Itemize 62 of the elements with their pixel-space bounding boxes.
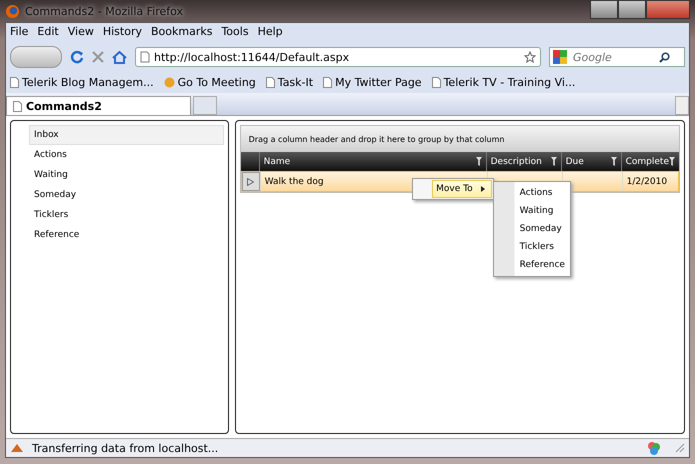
folder-item[interactable]: Reference [29, 225, 224, 245]
reload-icon[interactable] [70, 50, 84, 64]
menu-item[interactable]: Edit [37, 25, 59, 41]
filter-icon[interactable] [550, 157, 557, 166]
table-cell: Walk the dog [264, 176, 324, 186]
group-hint: Drag a column header and drop it here to group by that column [240, 126, 679, 152]
search-icon[interactable] [659, 52, 670, 62]
search-input[interactable]: Google [571, 50, 655, 64]
page-icon [266, 76, 275, 88]
column-header[interactable]: Name [264, 156, 290, 166]
page-icon [432, 76, 441, 88]
page-icon [323, 76, 332, 88]
close-button[interactable] [646, 0, 690, 19]
maximize-button[interactable] [618, 0, 646, 19]
menu-item[interactable]: Bookmarks [150, 25, 212, 41]
menu-item[interactable]: View [68, 25, 94, 41]
filter-icon[interactable] [476, 157, 482, 166]
window-title: Commands2 - Mozilla Firefox [25, 4, 184, 18]
folder-item[interactable]: Inbox [29, 125, 224, 145]
addon-icon [647, 441, 661, 455]
url-text: http://localhost:11644/Default.aspx [154, 50, 350, 64]
table-cell: 1/2/2010 [626, 176, 668, 186]
menu-item[interactable]: History [102, 25, 142, 41]
menu-item[interactable]: File [10, 25, 28, 41]
address-field[interactable]: http://localhost:11644/Default.aspx [135, 47, 541, 67]
bookmark-link[interactable]: Telerik TV - Training Vi... [432, 76, 576, 88]
submenu-item[interactable]: Actions [494, 184, 570, 202]
column-header[interactable]: Due [566, 156, 584, 166]
submenu-arrow-icon [480, 186, 485, 192]
menu-item[interactable]: Tools [221, 25, 249, 41]
submenu-item[interactable]: Ticklers [494, 238, 570, 256]
folder-item[interactable]: Actions [29, 145, 224, 165]
filter-icon[interactable] [610, 157, 617, 166]
filter-icon[interactable] [669, 157, 675, 166]
page-icon [13, 100, 22, 112]
bookmark-link[interactable]: Go To Meeting [164, 76, 256, 88]
folder-item[interactable]: Someday [29, 185, 224, 205]
page-icon [10, 76, 19, 88]
folder-item[interactable]: Ticklers [29, 205, 224, 225]
resize-grip-icon[interactable] [675, 443, 685, 453]
submenu-item[interactable]: Reference [494, 256, 570, 274]
page-icon [140, 51, 150, 63]
column-header[interactable]: Description [490, 156, 542, 166]
search-field[interactable]: Google [549, 47, 685, 67]
star-icon[interactable] [524, 51, 536, 63]
bookmark-link[interactable]: My Twitter Page [323, 76, 422, 88]
row-indicator-icon [247, 178, 254, 186]
bookmark-link[interactable]: Task-It [266, 76, 314, 88]
submenu-item[interactable]: Waiting [494, 202, 570, 220]
browser-tab[interactable]: Commands2 [6, 96, 191, 115]
google-icon [553, 50, 567, 64]
firefox-icon [5, 4, 20, 18]
minimize-button[interactable] [590, 0, 618, 19]
bookmark-link[interactable]: Telerik Blog Managem... [10, 76, 154, 88]
menu-item[interactable]: Help [258, 25, 283, 41]
loading-icon [10, 442, 24, 454]
home-icon[interactable] [112, 50, 127, 64]
submenu-item[interactable]: Someday [494, 220, 570, 238]
column-header[interactable]: Complete [626, 156, 669, 166]
context-menu-item[interactable]: Move To [432, 180, 492, 198]
folder-item[interactable]: Waiting [29, 165, 224, 185]
status-text: Transferring data from localhost... [32, 442, 218, 454]
